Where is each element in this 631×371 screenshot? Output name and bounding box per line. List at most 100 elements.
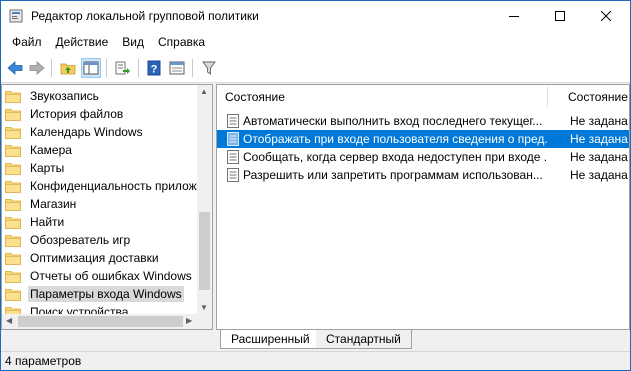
scroll-down-arrow-icon[interactable]: ▼ <box>200 303 208 312</box>
folder-icon <box>5 180 21 193</box>
menu-action[interactable]: Действие <box>49 32 116 52</box>
menu-help[interactable]: Справка <box>151 32 212 52</box>
tree-item-label: Магазин <box>30 197 77 211</box>
export-list-icon <box>115 61 130 75</box>
tree-item-label: Найти <box>30 215 65 229</box>
minimize-button[interactable] <box>491 1 537 31</box>
folder-icon <box>5 162 21 175</box>
tab-standard[interactable]: Стандартный <box>316 330 412 349</box>
status-bar: 4 параметров <box>1 351 630 370</box>
tree-item-label: Звукозапись <box>30 89 99 103</box>
menu-bar: Файл Действие Вид Справка <box>1 31 630 53</box>
policy-state: Не задана <box>570 114 628 128</box>
tree-item-label: Конфиденциальность прилож <box>30 179 197 193</box>
up-one-level-button[interactable] <box>58 58 78 78</box>
tab-extended[interactable]: Расширенный <box>220 330 320 349</box>
close-button[interactable] <box>583 1 629 31</box>
toolbar-separator <box>51 59 52 77</box>
tree-item[interactable]: Обозреватель игр <box>5 231 132 249</box>
view-tabs: Расширенный Стандартный <box>216 330 630 350</box>
policy-tree[interactable]: Звукозапись История файлов Календарь Windo… <box>1 84 213 330</box>
folder-icon <box>5 234 21 247</box>
policy-state: Не задана <box>570 150 628 164</box>
title-bar: Редактор локальной групповой политики <box>1 1 630 31</box>
maximize-icon <box>555 11 565 21</box>
policy-name: Автоматически выполнить вход последнего … <box>243 114 543 128</box>
policy-state: Не задана <box>570 132 628 146</box>
policy-state: Не задана <box>570 168 628 182</box>
tree-item[interactable]: История файлов <box>5 105 125 123</box>
folder-icon <box>5 126 21 139</box>
toolbar-separator <box>192 59 193 77</box>
tree-item-label: Отчеты об ошибках Windows <box>30 269 192 283</box>
tree-item[interactable]: Найти <box>5 213 66 231</box>
tree-item[interactable]: Звукозапись <box>5 87 101 105</box>
tree-item[interactable]: Конфиденциальность прилож <box>5 177 199 195</box>
column-divider[interactable] <box>547 87 548 107</box>
tree-item-label: Камера <box>30 143 72 157</box>
policy-name: Отображать при входе пользователя сведен… <box>243 132 547 146</box>
properties-button[interactable] <box>167 58 187 78</box>
menu-view[interactable]: Вид <box>115 32 151 52</box>
tree-item[interactable]: Календарь Windows <box>5 123 145 141</box>
policy-setting-icon <box>227 150 239 164</box>
tree-item-label: Оптимизация доставки <box>30 251 159 265</box>
close-icon <box>601 11 611 21</box>
menu-file[interactable]: Файл <box>5 32 49 52</box>
help-icon: ? <box>147 60 161 76</box>
maximize-button[interactable] <box>537 1 583 31</box>
properties-icon <box>169 61 185 75</box>
tree-item[interactable]: Карты <box>5 159 66 177</box>
folder-icon <box>5 288 21 301</box>
tree-item-label: Календарь Windows <box>30 125 143 139</box>
filter-button[interactable] <box>199 58 219 78</box>
tree-item[interactable]: Отчеты об ошибках Windows <box>5 267 194 285</box>
folder-icon <box>5 144 21 157</box>
column-header-state[interactable]: Состояние <box>568 85 628 109</box>
tree-item[interactable]: Параметры входа Windows <box>5 285 184 303</box>
gpedit-app-icon <box>9 9 23 23</box>
tree-horizontal-scrollbar[interactable]: ◀ ▶ <box>2 314 197 329</box>
tree-vertical-scrollbar[interactable]: ▲ ▼ <box>197 85 212 329</box>
policy-setting-icon <box>227 168 239 182</box>
folder-icon <box>5 252 21 265</box>
show-hide-tree-button[interactable] <box>81 58 101 78</box>
up-folder-icon <box>60 63 76 75</box>
gpedit-window: Редактор локальной групповой политики Фа… <box>0 0 631 371</box>
folder-icon <box>5 90 21 103</box>
folder-icon <box>5 108 21 121</box>
export-list-button[interactable] <box>113 58 133 78</box>
tree-item[interactable]: Камера <box>5 141 74 159</box>
tree-hscroll-thumb[interactable] <box>18 316 183 327</box>
filter-icon <box>202 61 216 75</box>
policy-name: Сообщать, когда сервер входа недоступен … <box>243 150 547 164</box>
tree-item[interactable]: Магазин <box>5 195 78 213</box>
tree-item[interactable]: Оптимизация доставки <box>5 249 161 267</box>
policy-row[interactable]: Разрешить или запретить программам испол… <box>217 166 629 184</box>
policy-name: Разрешить или запретить программам испол… <box>243 168 543 182</box>
svg-text:?: ? <box>151 64 158 76</box>
window-title: Редактор локальной групповой политики <box>31 9 259 23</box>
forward-button[interactable] <box>27 58 47 78</box>
toolbar: ? <box>1 53 630 83</box>
settings-list[interactable]: Состояние Состояние Автоматически выполн… <box>216 84 630 330</box>
policy-row[interactable]: Отображать при входе пользователя сведен… <box>217 130 629 148</box>
policy-row[interactable]: Автоматически выполнить вход последнего … <box>217 112 629 130</box>
folder-icon <box>5 198 21 211</box>
scroll-up-arrow-icon[interactable]: ▲ <box>200 87 208 96</box>
policy-row[interactable]: Сообщать, когда сервер входа недоступен … <box>217 148 629 166</box>
show-hide-tree-icon <box>83 61 99 75</box>
policy-setting-icon <box>227 132 239 146</box>
tree-item-label: История файлов <box>30 107 124 121</box>
folder-icon <box>5 216 21 229</box>
back-button[interactable] <box>5 58 25 78</box>
help-button[interactable]: ? <box>144 58 164 78</box>
tree-item-label: Обозреватель игр <box>30 233 131 247</box>
tree-item-label: Параметры входа Windows <box>28 286 184 302</box>
tree-scroll-thumb[interactable] <box>199 212 210 290</box>
scroll-right-arrow-icon[interactable]: ▶ <box>186 316 192 325</box>
scroll-left-arrow-icon[interactable]: ◀ <box>6 316 12 325</box>
tree-item-label: Карты <box>30 161 65 175</box>
column-header-setting[interactable]: Состояние <box>225 85 285 109</box>
status-text: 4 параметров <box>5 354 82 368</box>
